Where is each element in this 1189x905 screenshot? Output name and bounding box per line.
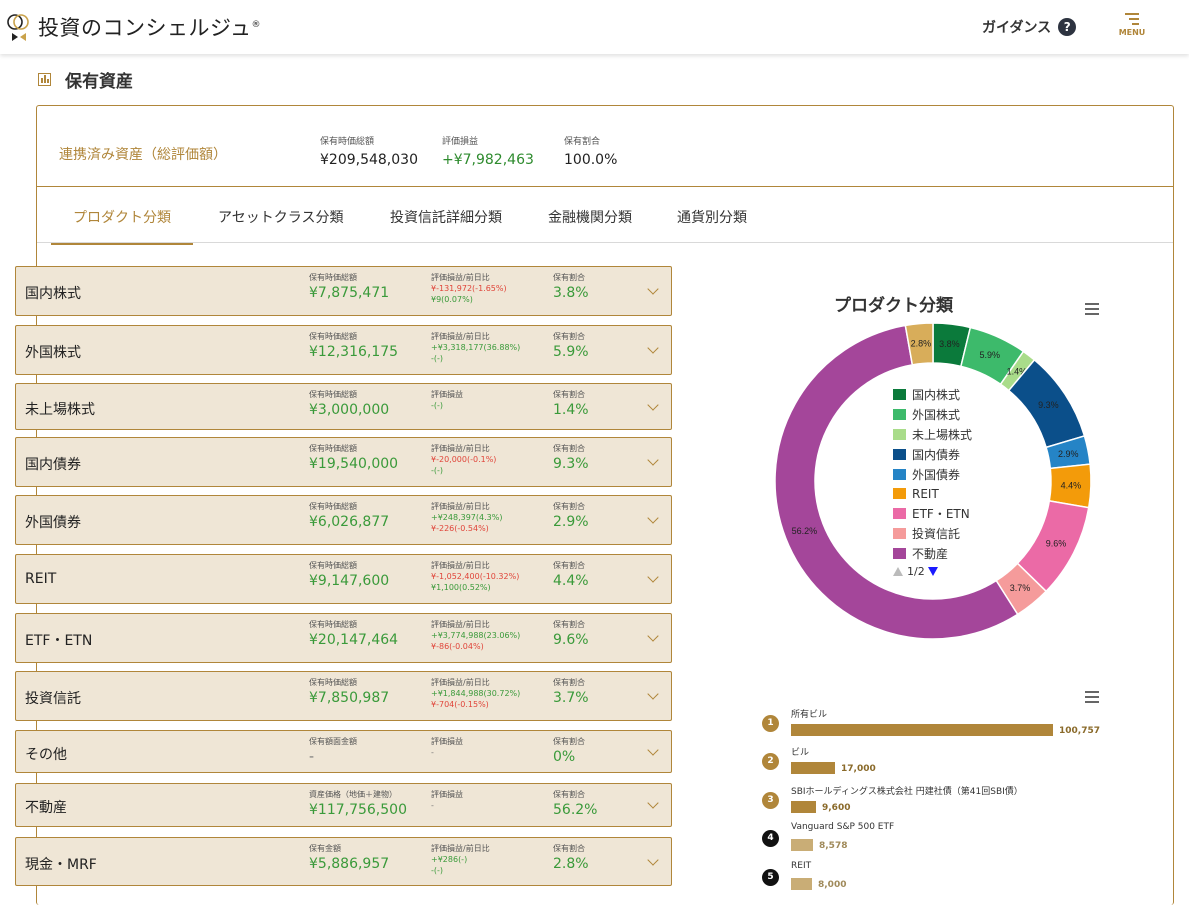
donut-slice-label: 3.8% [939,339,960,349]
ranking-bar [791,724,1053,736]
legend-label: 国内債券 [912,447,961,462]
ranking-item-name: SBIホールディングス株式会社 円建社債（第41回SBI債） [791,787,1023,797]
rank-badge: 3 [762,792,779,809]
donut-slice-label: 3.7% [1010,583,1031,593]
rank-badge: 2 [762,753,779,770]
ranking-bar [791,801,816,813]
legend-item[interactable]: 国内株式 [893,385,972,405]
legend-swatch [893,547,906,559]
legend-swatch [893,468,906,480]
legend-prev-icon[interactable] [893,567,903,577]
legend-label: 未上場株式 [912,427,973,442]
bar-chart-menu-icon[interactable] [1085,691,1099,706]
guidance-button[interactable]: ガイダンス ? [982,17,1077,37]
legend-label: ETF・ETN [912,507,970,522]
donut-slice-label: 4.4% [1061,480,1082,490]
legend-swatch [893,428,906,440]
legend-item[interactable]: 投資信託 [893,524,972,544]
legend-swatch [893,389,906,401]
rank-badge: 5 [762,869,779,886]
donut-slice-label: 9.3% [1038,400,1059,410]
legend-item[interactable]: 外国株式 [893,405,972,425]
menu-button[interactable]: MENU [1116,13,1148,43]
ranking-bar-value: 100,757 [1059,726,1100,736]
donut-slice-label: 56.2% [792,526,818,536]
app-header: 投資のコンシェルジュ® ガイダンス ? MENU [0,0,1189,54]
ranking-bar [791,762,835,774]
ranking-bar-value: 8,000 [818,880,847,890]
donut-slice-label: 2.8% [911,339,932,349]
menu-icon [1125,13,1139,25]
legend-page: 1/2 [907,565,925,579]
ranking-item-name: Vanguard S&P 500 ETF [791,822,895,832]
donut-slice-label: 2.9% [1058,449,1079,459]
ranking-item-name: ビル [791,748,810,758]
rank-badge: 4 [762,830,779,847]
legend-item[interactable]: 不動産 [893,543,972,563]
legend-item[interactable]: ETF・ETN [893,504,972,524]
legend-label: 国内株式 [912,388,961,403]
legend-item[interactable]: 国内債券 [893,444,972,464]
legend-item[interactable]: 外国債券 [893,464,972,484]
ranking-bar [791,839,813,851]
rank-badge: 1 [762,715,779,732]
ranking-bar-value: 17,000 [841,764,876,774]
ranking-bar [791,878,812,890]
logo-text: 投資のコンシェルジュ® [38,16,262,40]
donut-slice-label: 9.6% [1046,539,1067,549]
ranking-item-name: REIT [791,861,812,871]
logo-mark-icon [6,13,32,41]
guidance-label: ガイダンス [982,20,1052,36]
menu-label: MENU [1118,28,1146,37]
ranking-bar-value: 9,600 [822,803,851,813]
legend-swatch [893,527,906,539]
legend-swatch [893,488,906,500]
legend-pager: 1/2 [893,565,972,578]
donut-chart: 3.8%5.9%1.4%9.3%2.9%4.4%9.6%3.7%56.2%2.8… [774,322,1092,640]
legend-swatch [893,409,906,421]
legend-label: 外国株式 [912,408,961,423]
donut-slice-label: 5.9% [980,350,1001,360]
legend-item[interactable]: 未上場株式 [893,425,972,445]
legend-swatch [893,508,906,520]
logo[interactable]: 投資のコンシェルジュ® [6,12,261,42]
legend-item[interactable]: REIT [893,484,972,504]
legend-label: 投資信託 [912,526,961,541]
legend-swatch [893,448,906,460]
legend-label: 外国債券 [912,467,961,482]
ranking-bar-value: 8,578 [819,841,848,851]
help-icon: ? [1058,18,1077,36]
legend-label: 不動産 [912,546,949,561]
ranking-item-name: 所有ビル [791,710,828,720]
donut-legend: 国内株式 外国株式 未上場株式 国内債券 外国債券 REIT ETF・ETN 投資信託 不動産 … [893,385,972,578]
legend-next-icon[interactable] [927,567,938,577]
legend-label: REIT [912,486,939,501]
